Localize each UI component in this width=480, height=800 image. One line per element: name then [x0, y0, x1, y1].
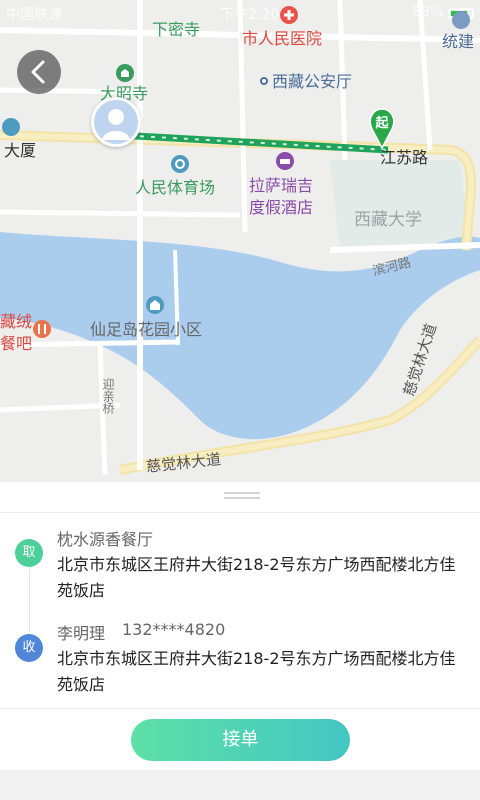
poi-hotel-line2[interactable]: 度假酒店 — [249, 198, 313, 218]
poi-restaurant-line1[interactable]: 藏绒 — [0, 312, 32, 332]
divider — [0, 708, 480, 709]
drag-handle[interactable] — [224, 492, 260, 499]
poi-tibet-university[interactable]: 西藏大学 — [354, 210, 422, 230]
battery-percent: 88% — [412, 4, 444, 20]
order-sheet: 取 枕水源香餐厅 北京市东城区王府井大街218-2号东方广场西配楼北方佳苑饭店 … — [0, 482, 480, 770]
poi-building[interactable]: 大厦 — [4, 141, 36, 161]
dot-icon — [260, 77, 268, 85]
map-canvas — [0, 0, 480, 476]
residence-icon — [146, 296, 164, 314]
receive-address: 北京市东城区王府井大街218-2号东方广场西配楼北方佳苑饭店 — [57, 649, 456, 694]
hotel-icon — [276, 152, 294, 170]
chevron-left-icon — [31, 60, 45, 84]
poi-xianzudao[interactable]: 仙足岛花园小区 — [90, 320, 202, 340]
restaurant-icon — [33, 320, 51, 338]
poi-xiami-temple[interactable]: 下密寺 — [152, 20, 200, 40]
accept-order-button[interactable]: 接单 — [131, 719, 350, 761]
user-icon — [102, 109, 130, 140]
building-icon — [452, 11, 470, 29]
road-yingbin-bridge: 迎亲桥 — [101, 378, 115, 414]
poi-restaurant-line2[interactable]: 餐吧 — [0, 334, 32, 354]
temple-icon — [116, 64, 134, 82]
building-icon — [2, 118, 20, 136]
receiver-phone[interactable]: 132****4820 — [122, 620, 225, 639]
clock: 下午2:20 — [220, 7, 280, 23]
divider — [0, 512, 480, 513]
poi-public-security[interactable]: 西藏公安厅 — [272, 72, 352, 92]
map-view[interactable]: 中国联通 下午2:20 88% 下密寺 市人民医院 统建 西藏公安厅 大昭寺 大… — [0, 0, 480, 482]
carrier-label: 中国联通 — [6, 7, 62, 23]
status-bar: 中国联通 下午2:20 88% — [0, 0, 480, 28]
receiver-name: 李明理 — [57, 624, 106, 643]
poi-stadium[interactable]: 人民体育场 — [135, 178, 215, 198]
courier-avatar[interactable] — [91, 97, 141, 147]
receive-badge: 收 — [15, 634, 43, 662]
pickup-name: 枕水源香餐厅 — [57, 530, 154, 549]
pickup-address: 北京市东城区王府井大街218-2号东方广场西配楼北方佳苑饭店 — [57, 555, 456, 600]
poi-hospital[interactable]: 市人民医院 — [242, 29, 322, 49]
back-button[interactable] — [17, 50, 61, 94]
poi-hotel-line1[interactable]: 拉萨瑞吉 — [249, 176, 313, 196]
start-marker[interactable]: 起 — [368, 107, 396, 149]
hospital-icon — [280, 6, 298, 24]
stadium-icon — [171, 155, 189, 173]
pickup-badge: 取 — [15, 539, 43, 567]
start-marker-label: 起 — [375, 116, 389, 131]
timeline-connector — [29, 569, 30, 632]
poi-tongjian[interactable]: 统建 — [442, 32, 474, 52]
